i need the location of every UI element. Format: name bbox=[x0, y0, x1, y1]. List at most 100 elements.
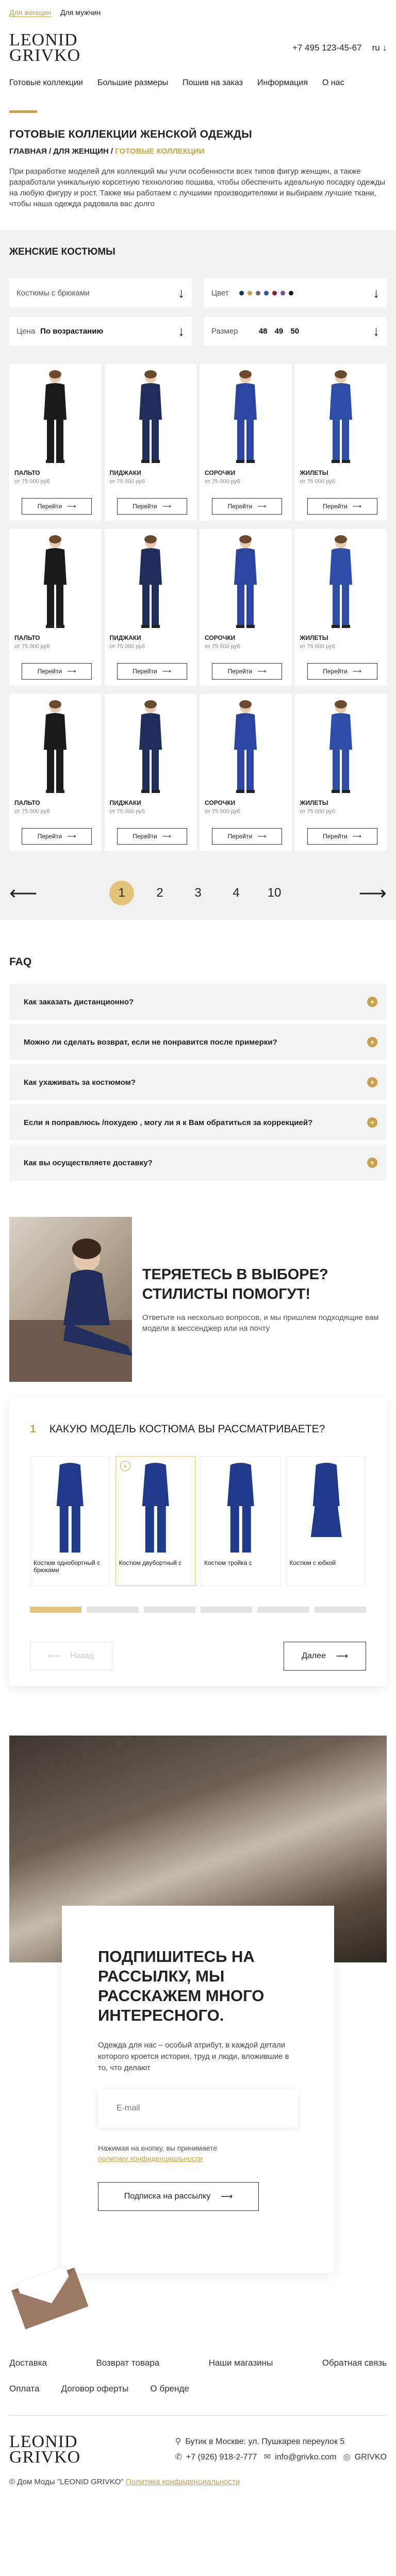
footer-link[interactable]: Оплата bbox=[9, 2384, 39, 2394]
product-card[interactable]: ПИДЖАКИ от 75 000 руб Перейти ⟶ bbox=[104, 364, 196, 521]
nav-info[interactable]: Информация bbox=[257, 78, 308, 88]
quiz-option[interactable]: Костюм однобортный с брюками bbox=[30, 1456, 110, 1586]
footer-link[interactable]: Договор оферты bbox=[61, 2384, 128, 2394]
page-description: При разработке моделей для коллекций мы … bbox=[9, 167, 385, 208]
go-button[interactable]: Перейти ⟶ bbox=[307, 498, 377, 515]
contacts: ⚲ Бутик в Москве: ул. Пушкарев переулок 5… bbox=[175, 2437, 387, 2462]
divider bbox=[9, 2415, 387, 2416]
color-swatch[interactable] bbox=[255, 290, 260, 295]
quiz-option[interactable]: Костюм тройка с bbox=[201, 1456, 281, 1586]
logo[interactable]: LEONID GRIVKO bbox=[9, 31, 80, 64]
product-price: от 75 000 руб bbox=[14, 643, 50, 650]
go-button[interactable]: Перейти ⟶ bbox=[212, 663, 282, 680]
product-card[interactable]: ПИДЖАКИ от 75 000 руб Перейти ⟶ bbox=[104, 694, 196, 851]
product-card[interactable]: ЖИЛЕТЫ от 75 000 руб Перейти ⟶ bbox=[294, 364, 387, 521]
faq-item[interactable]: Как заказать дистанционно? + bbox=[9, 984, 387, 1020]
product-grid: ПАЛЬТО от 75 000 руб Перейти ⟶ ПИДЖАКИ от 75 … bbox=[9, 364, 387, 851]
privacy-policy-link[interactable]: Политика конфиденциальности bbox=[126, 2478, 240, 2486]
next-button[interactable]: Далее ⟶ bbox=[284, 1642, 366, 1671]
filter-price[interactable]: Цена По возрастанию ↓ bbox=[9, 317, 192, 345]
product-image bbox=[139, 535, 162, 628]
page-2[interactable]: 2 bbox=[147, 881, 172, 905]
footer-link[interactable]: О бренде bbox=[150, 2384, 189, 2394]
go-button[interactable]: Перейти ⟶ bbox=[117, 828, 187, 845]
footer-email[interactable]: info@grivko.com bbox=[275, 2453, 336, 2462]
faq-item[interactable]: Как вы осуществляете доставку? + bbox=[9, 1145, 387, 1181]
language-switch[interactable]: ru ↓ bbox=[372, 43, 387, 53]
color-swatch[interactable] bbox=[280, 290, 285, 295]
crumb-women[interactable]: ДЛЯ ЖЕНЩИН bbox=[53, 147, 108, 156]
page-1[interactable]: 1 bbox=[109, 881, 134, 905]
color-swatch[interactable] bbox=[247, 290, 252, 295]
go-button[interactable]: Перейти ⟶ bbox=[22, 828, 92, 845]
go-button[interactable]: Перейти ⟶ bbox=[22, 498, 92, 515]
product-card[interactable]: СОРОЧКИ от 75 000 руб Перейти ⟶ bbox=[200, 694, 292, 851]
go-button[interactable]: Перейти ⟶ bbox=[307, 663, 377, 680]
instagram-icon: ◎ bbox=[343, 2453, 351, 2462]
crumb-current: ГОТОВЫЕ КОЛЛЕКЦИИ bbox=[115, 147, 205, 156]
envelope-icon bbox=[11, 2265, 89, 2330]
arrow-right-icon: ⟶ bbox=[221, 2192, 233, 2201]
product-card[interactable]: ЖИЛЕТЫ от 75 000 руб Перейти ⟶ bbox=[294, 694, 387, 851]
footer-instagram[interactable]: GRIVKO bbox=[355, 2453, 387, 2462]
footer-link[interactable]: Наши магазины bbox=[209, 2358, 273, 2368]
quiz-option[interactable]: + Костюм двубортный с bbox=[115, 1456, 195, 1586]
go-button[interactable]: Перейти ⟶ bbox=[307, 828, 377, 845]
arrow-left-icon[interactable]: ⟵ bbox=[9, 882, 37, 905]
arrow-right-icon[interactable]: ⟶ bbox=[359, 882, 387, 905]
product-title: ПАЛЬТО bbox=[14, 469, 40, 476]
go-button[interactable]: Перейти ⟶ bbox=[212, 498, 282, 515]
filter-type[interactable]: Костюмы с брюками ↓ bbox=[9, 278, 192, 307]
nav-about[interactable]: О нас bbox=[322, 78, 344, 88]
footer-link[interactable]: Обратная связь bbox=[322, 2358, 387, 2368]
email-field[interactable]: E-mail bbox=[98, 2089, 298, 2127]
newsletter-text: Одежда для нас – особый атрибут, в каждо… bbox=[98, 2041, 289, 2072]
faq-item[interactable]: Можно ли сделать возврат, если не понрав… bbox=[9, 1024, 387, 1060]
product-card[interactable]: СОРОЧКИ от 75 000 руб Перейти ⟶ bbox=[200, 529, 292, 686]
product-image bbox=[234, 700, 257, 793]
color-swatch[interactable] bbox=[239, 290, 244, 295]
product-card[interactable]: ПАЛЬТО от 75 000 руб Перейти ⟶ bbox=[9, 694, 102, 851]
product-card[interactable]: ЖИЛЕТЫ от 75 000 руб Перейти ⟶ bbox=[294, 529, 387, 686]
filters: Костюмы с брюками ↓ Цвет ↓ Цена По возрас… bbox=[9, 278, 387, 345]
nav-ready-collections[interactable]: Готовые коллекции bbox=[9, 78, 83, 88]
subscribe-button[interactable]: Подписка на рассылку ⟶ bbox=[98, 2182, 259, 2211]
go-button[interactable]: Перейти ⟶ bbox=[117, 498, 187, 515]
arrow-down-icon: ↓ bbox=[178, 285, 185, 301]
tab-women[interactable]: Для женщин bbox=[9, 8, 52, 17]
filter-size[interactable]: Размер 48 49 50 ↓ bbox=[204, 317, 387, 345]
arrow-down-icon: ↓ bbox=[373, 323, 380, 339]
color-swatch[interactable] bbox=[263, 290, 269, 295]
go-button[interactable]: Перейти ⟶ bbox=[212, 828, 282, 845]
nav-tailoring[interactable]: Пошив на заказ bbox=[183, 78, 243, 88]
product-card[interactable]: ПАЛЬТО от 75 000 руб Перейти ⟶ bbox=[9, 529, 102, 686]
tab-men[interactable]: Для мужчин bbox=[60, 8, 101, 16]
filter-color[interactable]: Цвет ↓ bbox=[204, 278, 387, 307]
color-swatch[interactable] bbox=[288, 290, 293, 295]
go-button[interactable]: Перейти ⟶ bbox=[22, 663, 92, 680]
crumb-main[interactable]: ГЛАВНАЯ bbox=[9, 147, 47, 156]
footer-logo[interactable]: LEONID GRIVKO bbox=[9, 2433, 80, 2466]
quiz-option[interactable]: Костюм с юбкой bbox=[286, 1456, 366, 1586]
color-swatch[interactable] bbox=[272, 290, 277, 295]
product-card[interactable]: ПАЛЬТО от 75 000 руб Перейти ⟶ bbox=[9, 364, 102, 521]
product-card[interactable]: СОРОЧКИ от 75 000 руб Перейти ⟶ bbox=[200, 364, 292, 521]
faq-item[interactable]: Как ухаживать за костюмом? + bbox=[9, 1064, 387, 1100]
page-4[interactable]: 4 bbox=[224, 881, 249, 905]
page-3[interactable]: 3 bbox=[186, 881, 210, 905]
faq-item[interactable]: Если я поправлюсь /похудею , могу ли я к… bbox=[9, 1104, 387, 1141]
phone-link[interactable]: +7 495 123-45-67 bbox=[292, 43, 362, 53]
back-button[interactable]: ⟵ Назад bbox=[30, 1642, 112, 1671]
page-10[interactable]: 10 bbox=[262, 881, 287, 905]
nav-big-sizes[interactable]: Большие размеры bbox=[97, 78, 168, 88]
footer-link[interactable]: Возврат товара bbox=[96, 2358, 159, 2368]
breadcrumb: ГЛАВНАЯ / ДЛЯ ЖЕНЩИН / ГОТОВЫЕ КОЛЛЕКЦИИ bbox=[9, 147, 205, 156]
product-image bbox=[139, 370, 162, 463]
footer-bottom: LEONID GRIVKO ⚲ Бутик в Москве: ул. Пушка… bbox=[9, 2429, 387, 2470]
footer-phone[interactable]: +7 (926) 918-2-777 bbox=[186, 2453, 257, 2462]
go-button[interactable]: Перейти ⟶ bbox=[117, 663, 187, 680]
footer-link[interactable]: Доставка bbox=[9, 2358, 47, 2368]
product-card[interactable]: ПИДЖАКИ от 75 000 руб Перейти ⟶ bbox=[104, 529, 196, 686]
location-icon: ⚲ bbox=[175, 2437, 182, 2446]
privacy-link[interactable]: политику конфиденциальности bbox=[98, 2154, 203, 2162]
